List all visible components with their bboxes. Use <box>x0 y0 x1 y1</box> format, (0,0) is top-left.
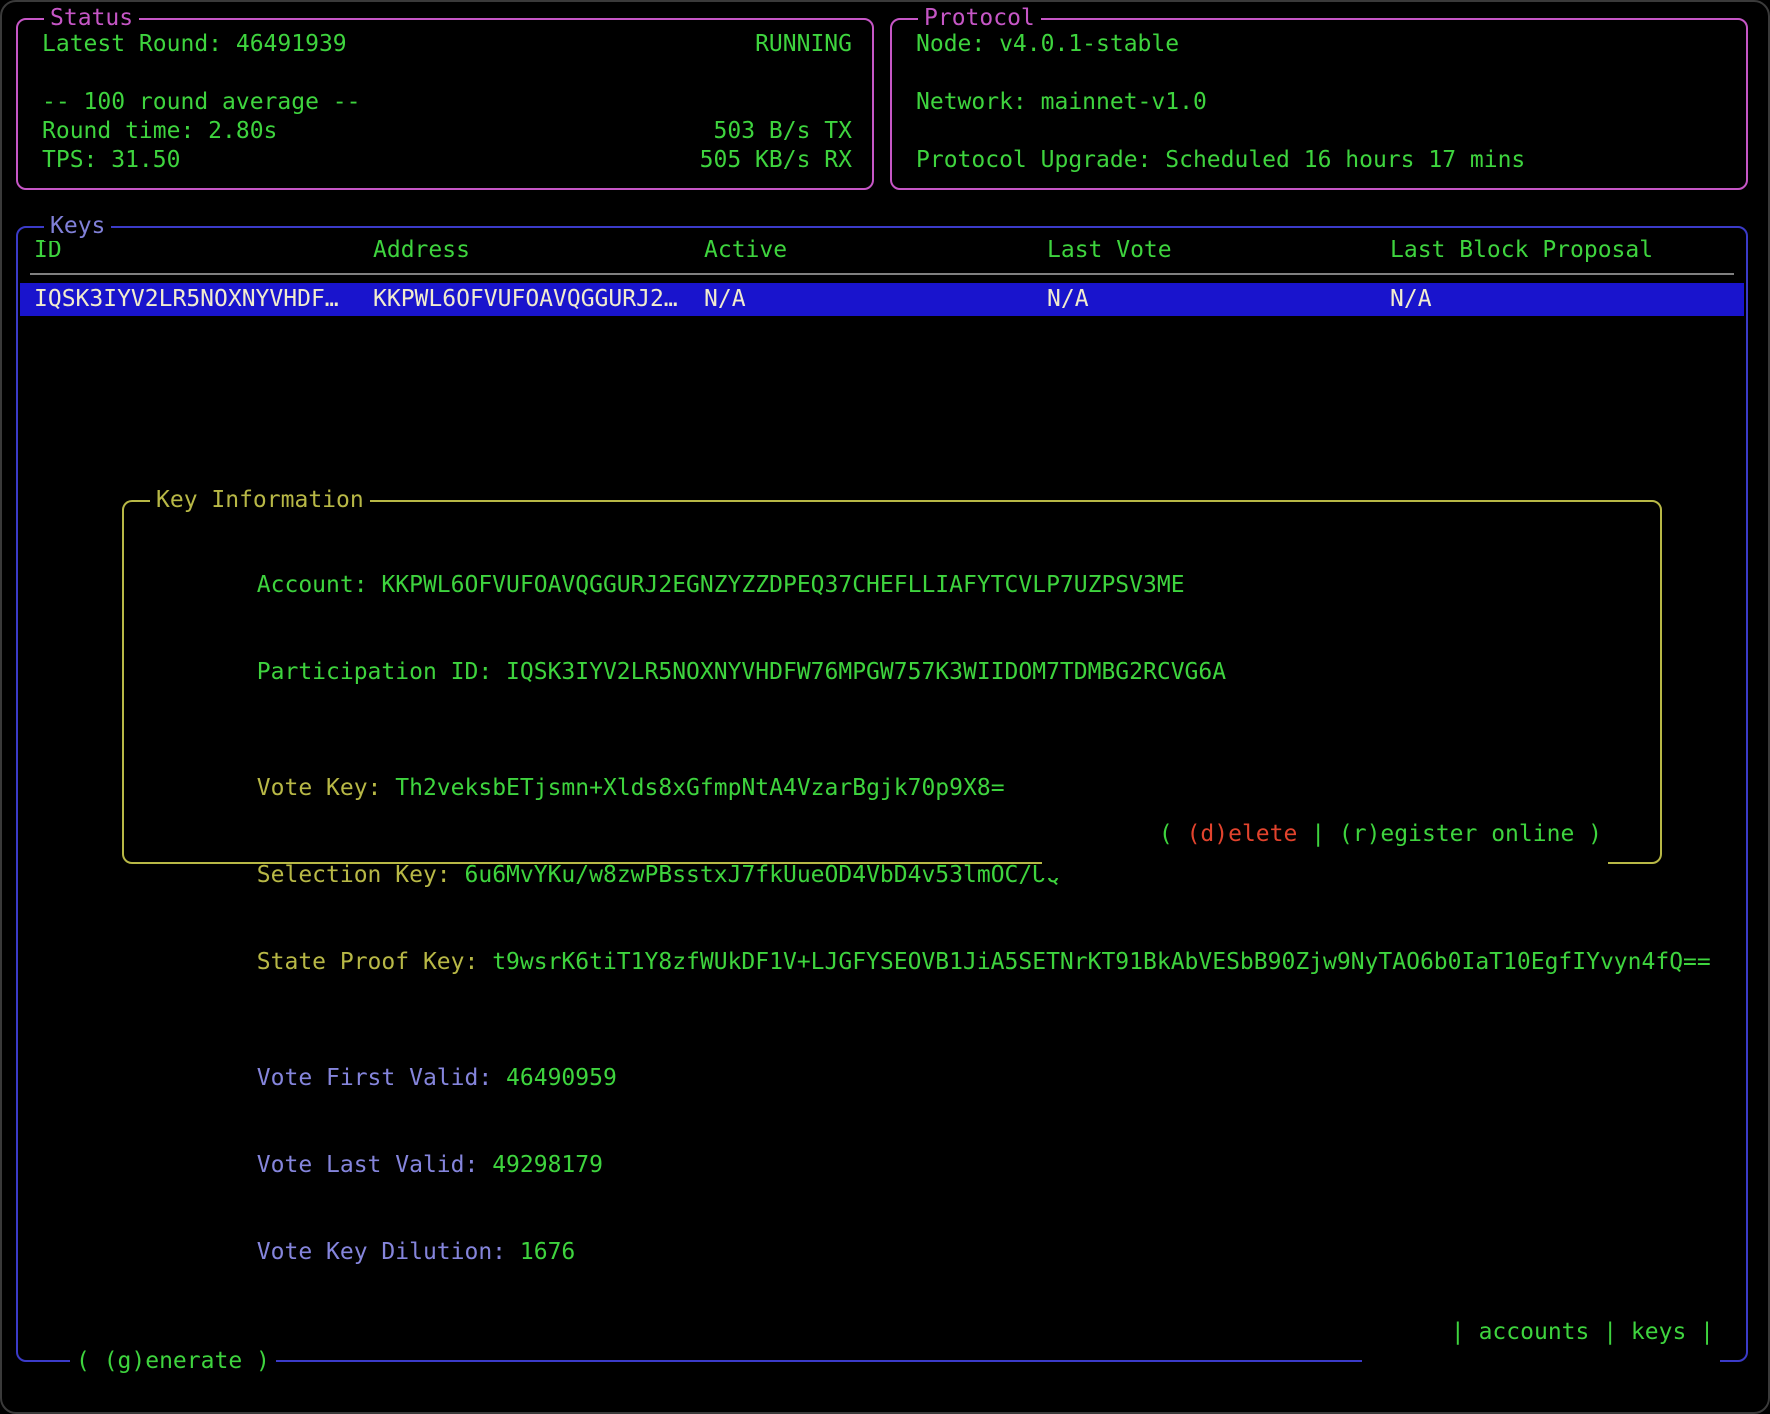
state-proof-key-label: State Proof Key: <box>257 949 492 975</box>
cell-last-block-proposal: N/A <box>1390 285 1730 314</box>
selection-key-value: 6u6MvYKu/w8zwPBsstxJ7fkUueOD4VbD4v53lmOC… <box>465 862 1074 888</box>
column-header-address: Address <box>373 236 704 265</box>
vote-last-valid-value: 49298179 <box>492 1152 603 1178</box>
rx-rate-text: 505 KB/s RX <box>700 146 852 175</box>
account-line: Account: KKPWL6OFVUFOAVQGGURJ2EGNZYZZDPE… <box>146 542 1660 629</box>
keys-table-header: ID Address Active Last Vote Last Block P… <box>18 228 1746 265</box>
cell-last-vote: N/A <box>1047 285 1390 314</box>
vote-key-dilution-label: Vote Key Dilution: <box>257 1239 520 1265</box>
round-time-text: Round time: 2.80s <box>42 117 277 146</box>
participation-id-label: Participation ID: <box>257 659 506 685</box>
cell-active: N/A <box>704 285 1047 314</box>
nav-bar: | accounts | keys | <box>1362 1289 1720 1376</box>
column-header-active: Active <box>704 236 1047 265</box>
key-information-panel: Key Information Account: KKPWL6OFVUFOAVQ… <box>122 500 1662 864</box>
status-panel-title: Status <box>44 4 139 33</box>
vote-last-valid-label: Vote Last Valid: <box>257 1152 492 1178</box>
top-panels: Status Latest Round: 46491939 RUNNING --… <box>16 18 1748 190</box>
tx-rate-text: 503 B/s TX <box>714 117 852 146</box>
vote-first-valid-value: 46490959 <box>506 1065 617 1091</box>
vote-last-valid-line: Vote Last Valid: 49298179 <box>146 1122 1660 1209</box>
participation-id-line: Participation ID: IQSK3IYV2LR5NOXNYVHDFW… <box>146 629 1660 716</box>
key-information-title: Key Information <box>150 486 370 515</box>
generate-hotkey[interactable]: ( (g)enerate ) <box>70 1347 276 1376</box>
table-header-separator <box>30 273 1734 275</box>
vote-first-valid-label: Vote First Valid: <box>257 1065 506 1091</box>
protocol-panel-title: Protocol <box>918 4 1041 33</box>
actions-open-paren: ( <box>1159 821 1187 847</box>
network-text: Network: mainnet-v1.0 <box>916 88 1726 117</box>
delete-hotkey[interactable]: (d)elete <box>1187 821 1298 847</box>
round-average-header: -- 100 round average -- <box>42 88 852 117</box>
status-panel: Status Latest Round: 46491939 RUNNING --… <box>16 18 874 190</box>
account-value: KKPWL6OFVUFOAVQGGURJ2EGNZYZZDPEQ37CHEFLL… <box>381 572 1184 598</box>
nav-close-pipe: | <box>1686 1319 1714 1345</box>
state-proof-key-line: State Proof Key: t9wsrK6tiT1Y8zfWUkDF1V+… <box>146 919 1660 1006</box>
actions-separator: | <box>1297 821 1339 847</box>
account-label: Account: <box>257 572 382 598</box>
vote-first-valid-line: Vote First Valid: 46490959 <box>146 1035 1660 1122</box>
latest-round-text: Latest Round: 46491939 <box>42 30 347 59</box>
column-header-last-vote: Last Vote <box>1047 236 1390 265</box>
cell-address: KKPWL6OFVUFOAVQGGURJ2… <box>373 285 704 314</box>
vote-key-value: Th2veksbETjsmn+Xlds8xGfmpNtA4VzarBgjk70p… <box>395 775 1004 801</box>
column-header-last-block-proposal: Last Block Proposal <box>1390 236 1730 265</box>
actions-close-paren: ) <box>1574 821 1602 847</box>
tps-text: TPS: 31.50 <box>42 146 180 175</box>
selection-key-label: Selection Key: <box>257 862 465 888</box>
table-row[interactable]: IQSK3IYV2LR5NOXNYVHDF… KKPWL6OFVUFOAVQGG… <box>20 283 1744 316</box>
nav-open-pipe: | <box>1451 1319 1479 1345</box>
protocol-upgrade-text: Protocol Upgrade: Scheduled 16 hours 17 … <box>916 146 1726 175</box>
node-version-text: Node: v4.0.1-stable <box>916 30 1726 59</box>
tab-keys[interactable]: keys <box>1631 1319 1686 1345</box>
keys-panel-title: Keys <box>44 212 111 241</box>
key-actions-bar: ( (d)elete | (r)egister online ) <box>1042 791 1608 878</box>
keys-panel: Keys ID Address Active Last Vote Last Bl… <box>16 226 1748 1362</box>
vote-key-dilution-line: Vote Key Dilution: 1676 <box>146 1209 1660 1296</box>
vote-key-label: Vote Key: <box>257 775 395 801</box>
cell-id: IQSK3IYV2LR5NOXNYVHDF… <box>34 285 373 314</box>
register-online-hotkey[interactable]: (r)egister online <box>1339 821 1574 847</box>
tab-accounts[interactable]: accounts <box>1479 1319 1590 1345</box>
vote-key-dilution-value: 1676 <box>520 1239 575 1265</box>
terminal-window: Status Latest Round: 46491939 RUNNING --… <box>0 0 1770 1414</box>
nav-separator-pipe: | <box>1589 1319 1631 1345</box>
state-proof-key-value: t9wsrK6tiT1Y8zfWUkDF1V+LJGFYSEOVB1JiA5SE… <box>492 949 1711 975</box>
protocol-panel: Protocol Node: v4.0.1-stable Network: ma… <box>890 18 1748 190</box>
running-status-badge: RUNNING <box>755 30 852 59</box>
participation-id-value: IQSK3IYV2LR5NOXNYVHDFW76MPGW757K3WIIDOM7… <box>506 659 1226 685</box>
